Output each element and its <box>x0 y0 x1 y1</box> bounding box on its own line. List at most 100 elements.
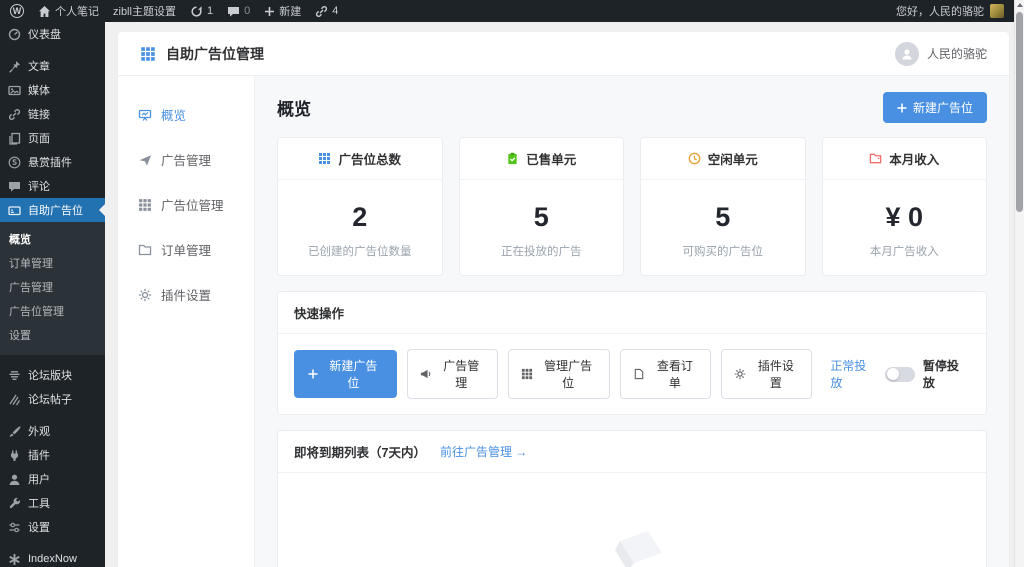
user-avatar[interactable] <box>894 41 919 66</box>
stat-desc: 已创建的广告位数量 <box>308 246 412 258</box>
sidebar-label: 媒体 <box>28 85 50 97</box>
quick-manage-slots-button[interactable]: 管理广告位 <box>507 349 611 399</box>
sidebar-label: 仪表盘 <box>28 29 61 41</box>
sidebar-item-ad-slots[interactable]: 自助广告位 <box>0 198 105 222</box>
sidebar-item-pages[interactable]: 页面 <box>0 126 105 150</box>
adminbar-comment-count: 0 <box>244 5 251 17</box>
scroll-up-icon[interactable] <box>1016 3 1023 7</box>
sidebar-item-posts[interactable]: 文章 <box>0 54 105 78</box>
sidebar-item-forum-sections[interactable]: 论坛版块 <box>0 363 105 387</box>
screen: W 个人笔记 zibll主题设置 1 0 新建 4 您好，人民的骆驼 仪表盘 文… <box>0 0 1024 567</box>
gear-icon <box>138 288 152 302</box>
comment-icon <box>227 5 240 18</box>
plugin-card: 自助广告位管理 人民的骆驼 概览 广告管理 广告位管理 订单管理 插件设置 概览… <box>118 32 1009 567</box>
folder-icon <box>138 243 152 257</box>
grid-icon <box>318 152 331 165</box>
sidebar-label: 插件 <box>28 450 50 462</box>
quick-actions-panel: 快速操作 新建广告位 广告管理 管理广告位 查看订单 插件设置 正常投放 暂停投… <box>277 291 987 415</box>
sidebar-item-dashboard[interactable]: 仪表盘 <box>0 22 105 46</box>
toggle-off-label: 暂停投放 <box>922 359 959 390</box>
submenu-item-ad-slots[interactable]: 广告位管理 <box>0 299 105 323</box>
sidebar-item-indexnow[interactable]: IndexNow <box>0 547 105 567</box>
clipboard-check-icon <box>506 152 519 165</box>
app-grid-icon <box>140 46 156 62</box>
ad-card-icon <box>8 204 21 217</box>
asterisk-icon <box>8 553 21 566</box>
link-icon <box>8 108 21 121</box>
adminbar-links[interactable]: 4 <box>315 5 338 18</box>
grid-icon <box>521 368 533 380</box>
adminbar-comments[interactable]: 0 <box>227 5 250 18</box>
expiring-empty-state: 未来7天内暂无到期的广告 <box>278 473 986 567</box>
plus-icon <box>897 103 907 113</box>
goto-ads-link[interactable]: 前往广告管理 → <box>440 443 527 460</box>
submenu-item-overview[interactable]: 概览 <box>0 227 105 251</box>
adminbar-site-home[interactable]: 个人笔记 <box>38 3 99 19</box>
adminbar-link-count: 4 <box>332 5 339 17</box>
quick-button-label: 插件设置 <box>757 359 794 390</box>
new-ad-slot-label: 新建广告位 <box>912 101 973 115</box>
plugin-nav-label: 插件设置 <box>161 289 212 303</box>
user-icon <box>8 473 21 486</box>
adminbar-avatar[interactable] <box>990 4 1004 18</box>
home-icon <box>38 5 51 18</box>
media-icon <box>8 84 21 97</box>
plugin-nav-ads[interactable]: 广告管理 <box>118 137 254 182</box>
sidebar-label: 论坛帖子 <box>28 394 72 406</box>
grid-icon <box>138 198 152 212</box>
adminbar-theme-settings[interactable]: zibll主题设置 <box>113 3 176 19</box>
quick-view-orders-button[interactable]: 查看订单 <box>620 349 712 399</box>
sidebar-item-comments[interactable]: 评论 <box>0 174 105 198</box>
sidebar-label: 设置 <box>28 522 50 534</box>
folder-icon <box>869 152 882 165</box>
sidebar-item-forum-posts[interactable]: 论坛帖子 <box>0 387 105 411</box>
adminbar-new[interactable]: 新建 <box>264 3 301 19</box>
stats-row: 广告位总数 2 已创建的广告位数量 已售单元 5 正在投放的广告 空闲单元 5 … <box>277 137 987 276</box>
adminbar-wp-logo[interactable]: W <box>10 4 24 18</box>
brush-icon <box>8 425 21 438</box>
adminbar-greeting[interactable]: 您好，人民的骆驼 <box>896 3 984 19</box>
stat-card-total-slots: 广告位总数 2 已创建的广告位数量 <box>277 137 443 276</box>
plus-icon <box>264 6 275 17</box>
page-scrollbar[interactable] <box>1014 0 1024 567</box>
sidebar-label: 文章 <box>28 61 50 73</box>
adminbar-updates[interactable]: 1 <box>190 5 213 18</box>
submenu-item-orders[interactable]: 订单管理 <box>0 251 105 275</box>
expiring-panel: 即将到期列表（7天内） 前往广告管理 → <box>277 430 987 567</box>
quick-ads-button[interactable]: 广告管理 <box>406 349 498 399</box>
sidebar-item-tools[interactable]: 工具 <box>0 491 105 515</box>
admin-bar: W 个人笔记 zibll主题设置 1 0 新建 4 您好，人民的骆驼 <box>0 0 1014 22</box>
sidebar-label: 用户 <box>28 474 50 486</box>
delivery-toggle-switch[interactable] <box>885 366 915 382</box>
quick-plugin-settings-button[interactable]: 插件设置 <box>721 349 813 399</box>
app-title: 自助广告位管理 <box>166 45 264 62</box>
quick-new-ad-slot-label: 新建广告位 <box>329 359 378 390</box>
sidebar-item-appearance[interactable]: 外观 <box>0 419 105 443</box>
user-name: 人民的骆驼 <box>926 47 987 61</box>
sidebar-label: 页面 <box>28 133 50 145</box>
sliders-icon <box>8 521 21 534</box>
sidebar-item-plugins[interactable]: 插件 <box>0 443 105 467</box>
submenu-item-settings[interactable]: 设置 <box>0 323 105 347</box>
stat-card-sold-units: 已售单元 5 正在投放的广告 <box>458 137 624 276</box>
plugin-nav-overview[interactable]: 概览 <box>118 92 254 137</box>
new-ad-slot-button[interactable]: 新建广告位 <box>882 92 987 123</box>
scrollbar-thumb[interactable] <box>1016 12 1023 212</box>
sidebar-item-users[interactable]: 用户 <box>0 467 105 491</box>
wp-admin-sidebar: 仪表盘 文章 媒体 链接 页面 悬赏插件 评论 自助广告位 概览 订单管理 广告… <box>0 22 105 567</box>
stat-value: 5 <box>533 202 549 232</box>
adminbar-update-count: 1 <box>206 5 214 17</box>
plugin-nav-ad-slots[interactable]: 广告位管理 <box>118 182 254 227</box>
plugin-nav-orders[interactable]: 订单管理 <box>118 227 254 272</box>
sidebar-item-settings[interactable]: 设置 <box>0 515 105 539</box>
sidebar-item-media[interactable]: 媒体 <box>0 78 105 102</box>
sidebar-item-links[interactable]: 链接 <box>0 102 105 126</box>
clock-icon <box>688 152 701 165</box>
quick-new-ad-slot-button[interactable]: 新建广告位 <box>294 350 397 398</box>
plugin-nav: 概览 广告管理 广告位管理 订单管理 插件设置 <box>118 76 255 567</box>
plugin-nav-settings[interactable]: 插件设置 <box>118 272 254 317</box>
sidebar-item-reward-plugin[interactable]: 悬赏插件 <box>0 150 105 174</box>
adminbar-new-label: 新建 <box>279 6 302 18</box>
expiring-title: 即将到期列表（7天内） <box>294 446 426 460</box>
submenu-item-ads[interactable]: 广告管理 <box>0 275 105 299</box>
